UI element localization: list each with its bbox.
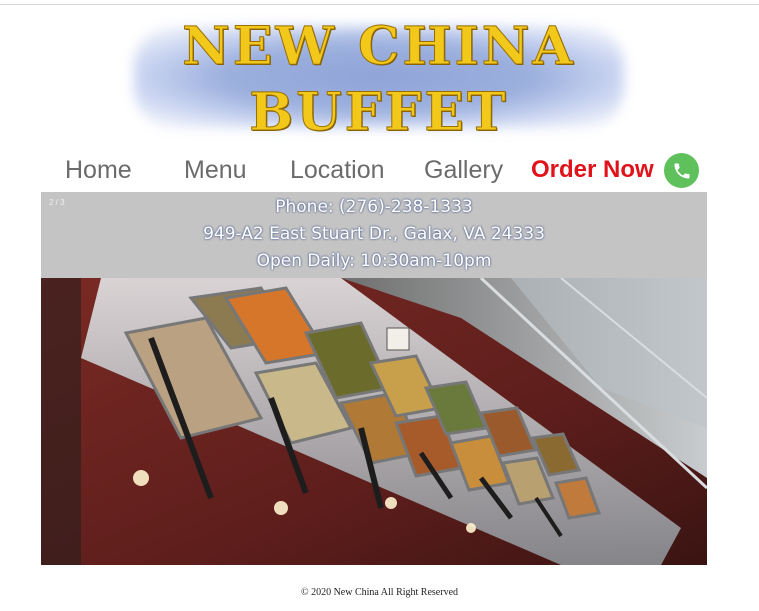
address-text: 949-A2 East Stuart Dr., Galax, VA 24333 <box>203 224 545 244</box>
main-nav: Home Menu Location Gallery Order Now <box>0 150 759 192</box>
nav-menu[interactable]: Menu <box>184 156 247 185</box>
top-divider <box>0 4 759 5</box>
logo-line-2: BUFFET <box>249 82 509 143</box>
logo-line-1: NEW CHINA <box>182 16 576 77</box>
hours-text: Open Daily: 10:30am-10pm <box>256 251 492 271</box>
phone-text: Phone: (276)-238-1333 <box>275 197 473 217</box>
nav-gallery[interactable]: Gallery <box>424 156 503 185</box>
phone-icon[interactable] <box>664 153 699 188</box>
order-now-link[interactable]: Order Now <box>531 156 654 184</box>
nav-location[interactable]: Location <box>290 156 385 185</box>
footer-copyright: © 2020 New China All Right Reserved <box>300 587 459 598</box>
logo-banner: NEW CHINA BUFFET <box>114 6 644 148</box>
nav-home[interactable]: Home <box>65 156 132 185</box>
buffet-photo <box>41 278 707 565</box>
slideshow-caption: 2 / 3 Phone: (276)-238-1333 949-A2 East … <box>41 192 707 278</box>
